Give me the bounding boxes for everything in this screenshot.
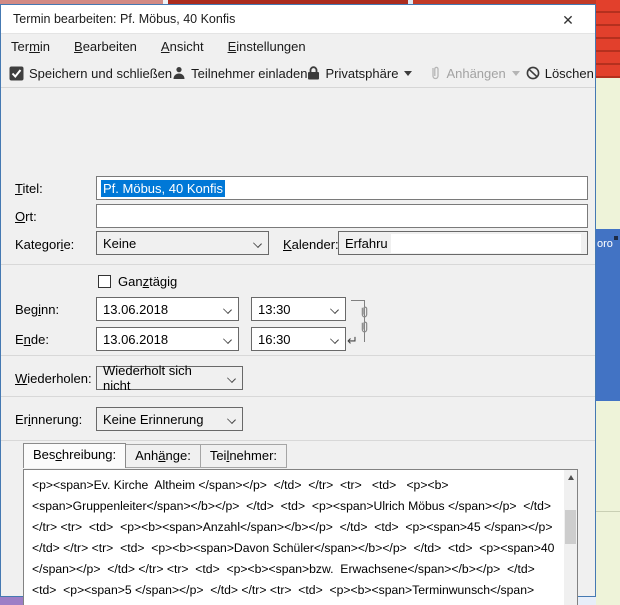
chevron-down-icon: [253, 239, 262, 248]
edit-event-dialog: Termin bearbeiten: Pf. Möbus, 40 Konfis …: [0, 4, 596, 597]
menu-bar: Termin Bearbeiten Ansicht Einstellungen: [1, 34, 595, 59]
chevron-down-icon: [330, 305, 339, 314]
repeat-label: Wiederholen:: [15, 371, 92, 386]
save-icon: [9, 66, 24, 81]
bg-calendar-event-blue: oro: [596, 229, 620, 401]
return-arrow-icon: ↵: [347, 333, 358, 349]
privacy-dropdown-arrow-icon[interactable]: [404, 71, 412, 76]
chevron-down-icon: [227, 374, 236, 383]
screen: oro Termin bearbeiten: Pf. Möbus, 40 Kon…: [0, 0, 620, 605]
location-input[interactable]: [96, 204, 588, 228]
reminder-value: Keine Erinnerung: [103, 412, 203, 427]
bg-event-label: oro: [597, 238, 613, 250]
invite-attendees-label: Teilnehmer einladen: [191, 66, 307, 81]
menu-termin[interactable]: Termin: [11, 39, 50, 54]
attach-button[interactable]: Anhängen: [430, 66, 505, 81]
title-input-selected-text: Pf. Möbus, 40 Konfis: [101, 180, 225, 197]
scroll-up-button[interactable]: [564, 470, 577, 485]
start-label: Beginn:: [15, 302, 59, 317]
section-divider: [1, 396, 595, 397]
scroll-up-icon: [568, 475, 574, 480]
scrollbar-thumb[interactable]: [565, 510, 576, 544]
chevron-down-icon: [227, 415, 236, 424]
paperclip-icon: [430, 66, 441, 81]
bg-calendar-events-red: [596, 0, 620, 78]
bg-strip-right: [596, 597, 620, 605]
category-select[interactable]: Keine: [96, 231, 269, 255]
detail-tabs: Beschreibung: Anhänge: Teilnehmer:: [23, 444, 287, 468]
category-value: Keine: [103, 236, 136, 251]
allday-checkbox[interactable]: [98, 275, 111, 288]
save-and-close-label: Speichern und schließen: [29, 66, 172, 81]
chevron-down-icon: [223, 305, 232, 314]
menu-bearbeiten[interactable]: Bearbeiten: [74, 39, 137, 54]
window-title: Termin bearbeiten: Pf. Möbus, 40 Konfis: [13, 12, 235, 26]
tab-beschreibung[interactable]: Beschreibung:: [23, 443, 126, 468]
toolbar: Speichern und schließen Teilnehmer einla…: [1, 59, 595, 88]
save-and-close-button[interactable]: Speichern und schließen: [9, 66, 172, 81]
calendar-select[interactable]: Erfahru: [338, 231, 588, 255]
paperclip-icon: [359, 306, 370, 319]
end-time-select[interactable]: 16:30: [251, 327, 346, 351]
reminder-select[interactable]: Keine Erinnerung: [96, 407, 243, 431]
delete-icon: [526, 66, 540, 80]
person-icon: [172, 66, 186, 80]
event-marker: [614, 236, 618, 240]
repeat-value: Wiederholt sich nicht: [103, 363, 220, 393]
bg-calendar-gridline: [596, 511, 620, 512]
calendar-label: Kalender:: [283, 237, 339, 252]
bg-calendar-area: [596, 78, 620, 229]
invite-attendees-button[interactable]: Teilnehmer einladen: [172, 66, 307, 81]
title-input[interactable]: Pf. Möbus, 40 Konfis: [96, 176, 588, 200]
start-date-value: 13.06.2018: [103, 302, 168, 317]
description-scrollbar[interactable]: [564, 470, 577, 605]
end-time-value: 16:30: [258, 332, 291, 347]
title-bar[interactable]: Termin bearbeiten: Pf. Möbus, 40 Konfis …: [1, 5, 595, 34]
repeat-select[interactable]: Wiederholt sich nicht: [96, 366, 243, 390]
title-label: Titel:: [15, 181, 43, 196]
privacy-button[interactable]: Privatsphäre: [307, 66, 398, 81]
close-icon: ✕: [562, 12, 574, 29]
end-date-select[interactable]: 13.06.2018: [96, 327, 239, 351]
delete-label: Löschen: [545, 66, 594, 81]
bg-calendar-area: [596, 401, 620, 605]
privacy-label: Privatsphäre: [325, 66, 398, 81]
close-button[interactable]: ✕: [555, 10, 581, 30]
description-textarea[interactable]: <p><span>Ev. Kirche Altheim </span></p> …: [23, 469, 578, 605]
attach-dropdown-arrow-icon[interactable]: [512, 71, 520, 76]
description-text: <p><span>Ev. Kirche Altheim </span></p> …: [32, 475, 561, 605]
section-divider: [1, 355, 595, 356]
paperclip-icon: [359, 321, 370, 334]
location-label: Ort:: [15, 209, 37, 224]
reminder-label: Erinnerung:: [15, 412, 82, 427]
category-label: Kategorie:: [15, 237, 74, 252]
section-divider: [1, 264, 595, 265]
menu-ansicht[interactable]: Ansicht: [161, 39, 204, 54]
delete-button[interactable]: Löschen: [526, 66, 594, 81]
chevron-down-icon: [223, 335, 232, 344]
tab-anhaenge[interactable]: Anhänge:: [126, 444, 201, 468]
start-date-select[interactable]: 13.06.2018: [96, 297, 239, 321]
redaction-overlay: [391, 234, 581, 253]
menu-einstellungen[interactable]: Einstellungen: [228, 39, 306, 54]
attach-label: Anhängen: [446, 66, 505, 81]
tab-teilnehmer[interactable]: Teilnehmer:: [201, 444, 287, 468]
end-date-value: 13.06.2018: [103, 332, 168, 347]
event-form: Titel: Pf. Möbus, 40 Konfis Ort: Kategor…: [1, 88, 595, 597]
start-time-value: 13:30: [258, 302, 291, 317]
end-label: Ende:: [15, 332, 49, 347]
allday-label: Ganztägig: [118, 274, 177, 289]
calendar-value: Erfahru: [345, 236, 388, 251]
lock-icon: [307, 66, 320, 80]
section-divider: [1, 440, 595, 441]
chevron-down-icon: [330, 335, 339, 344]
link-dates-widget: ↵: [351, 297, 373, 349]
start-time-select[interactable]: 13:30: [251, 297, 346, 321]
